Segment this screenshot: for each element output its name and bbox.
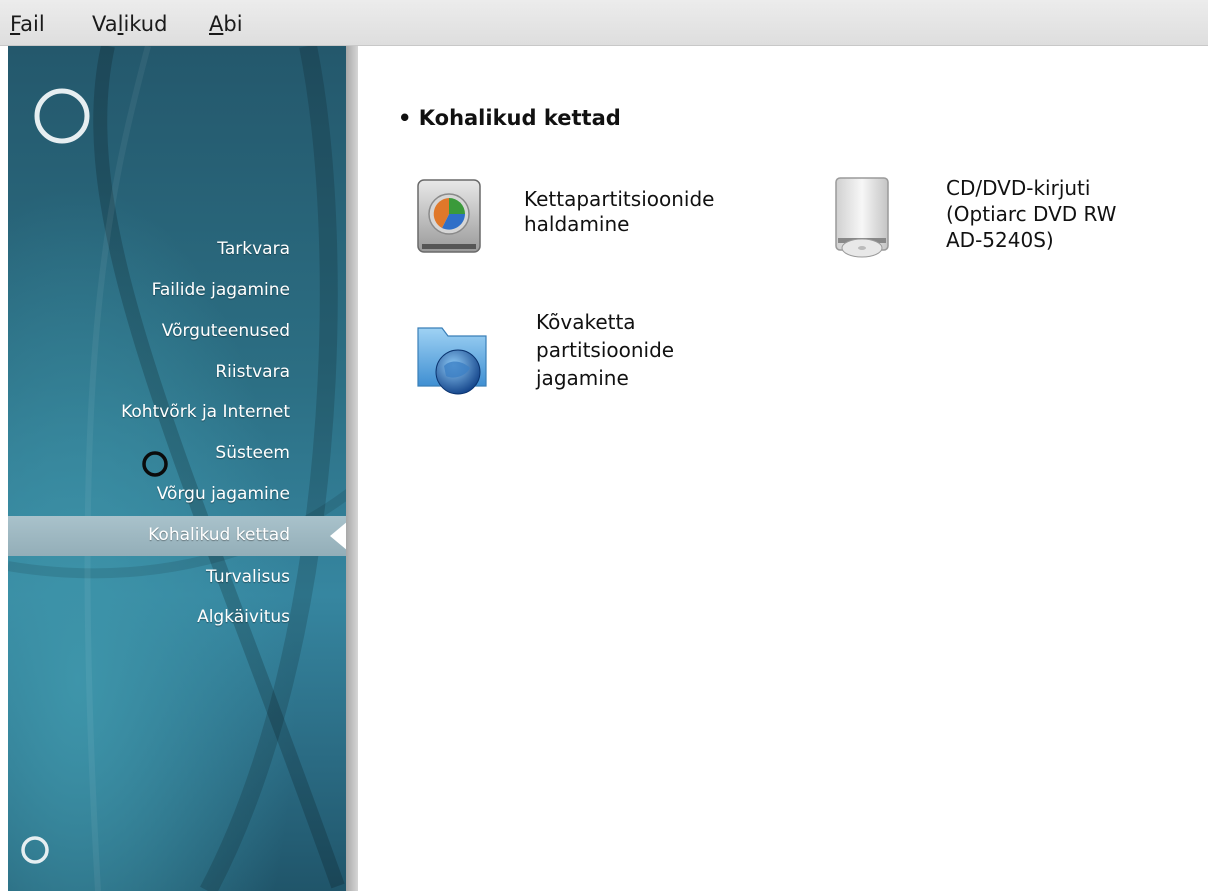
tile-cd-dvd-writer-line3: AD-5240S) <box>946 228 1054 252</box>
menu-options[interactable]: Valikud <box>92 12 167 36</box>
section-title-text: Kohalikud kettad <box>418 106 621 130</box>
sidebar-item-kohtvork-ja-internet[interactable]: Kohtvõrk ja Internet <box>121 402 290 422</box>
sidebar-item-systeem[interactable]: Süsteem <box>215 443 290 463</box>
menu-help[interactable]: Abi <box>209 12 243 36</box>
menu-options-pre: Va <box>92 12 118 36</box>
sidebar-item-vorguteenused[interactable]: Võrguteenused <box>162 321 290 341</box>
tile-disk-sharing-line3: jagamine <box>536 366 629 390</box>
sidebar-item-riistvara[interactable]: Riistvara <box>215 362 290 382</box>
tile-partition-management[interactable]: Kettapartitsioonide haldamine <box>414 170 784 270</box>
tile-partition-management-line1: Kettapartitsioonide <box>524 187 715 211</box>
network-folder-icon <box>417 327 487 395</box>
sidebar-item-failide-jagamine[interactable]: Failide jagamine <box>152 280 290 300</box>
sidebar-edge <box>346 46 358 891</box>
large-ring-icon <box>34 88 90 144</box>
tile-disk-sharing[interactable]: Kõvaketta partitsioonide jagamine <box>414 310 784 420</box>
menu-bar: Fail Valikud Abi <box>0 0 1208 46</box>
menu-file-rest: ail <box>20 12 45 36</box>
tile-disk-sharing-line1: Kõvaketta <box>536 310 636 334</box>
sidebar-item-kohalikud-kettad[interactable]: Kohalikud kettad <box>148 525 290 545</box>
sidebar-item-vorgu-jagamine[interactable]: Võrgu jagamine <box>157 484 290 504</box>
tile-disk-sharing-line2: partitsioonide <box>536 338 675 362</box>
menu-file-accel: F <box>10 12 21 36</box>
main-panel: • Kohalikud kettad Kettapartitsioonide h… <box>358 46 1208 891</box>
menu-file[interactable]: Fail <box>10 12 45 36</box>
menu-help-accel: A <box>209 12 224 36</box>
sidebar-item-tarkvara[interactable]: Tarkvara <box>217 239 290 259</box>
tile-cd-dvd-writer[interactable]: CD/DVD-kirjuti (Optiarc DVD RW AD-5240S) <box>832 170 1202 280</box>
small-ring-icon <box>142 451 168 477</box>
menu-options-rest: ikud <box>123 12 168 36</box>
sidebar-decoration <box>8 46 358 891</box>
category-sidebar: Tarkvara Failide jagamine Võrguteenused … <box>8 46 358 891</box>
tile-partition-management-line2: haldamine <box>524 212 630 236</box>
menu-help-rest: bi <box>223 12 243 36</box>
hard-disk-icon <box>417 179 481 253</box>
tile-cd-dvd-writer-line2: (Optiarc DVD RW <box>946 202 1117 226</box>
tile-cd-dvd-writer-line1: CD/DVD-kirjuti <box>946 176 1091 200</box>
optical-drive-icon <box>835 177 889 258</box>
sidebar-item-turvalisus[interactable]: Turvalisus <box>206 567 290 587</box>
section-title: • Kohalikud kettad <box>398 106 621 130</box>
bottom-ring-icon <box>21 836 49 864</box>
sidebar-item-algkaivitus[interactable]: Algkäivitus <box>197 607 290 627</box>
